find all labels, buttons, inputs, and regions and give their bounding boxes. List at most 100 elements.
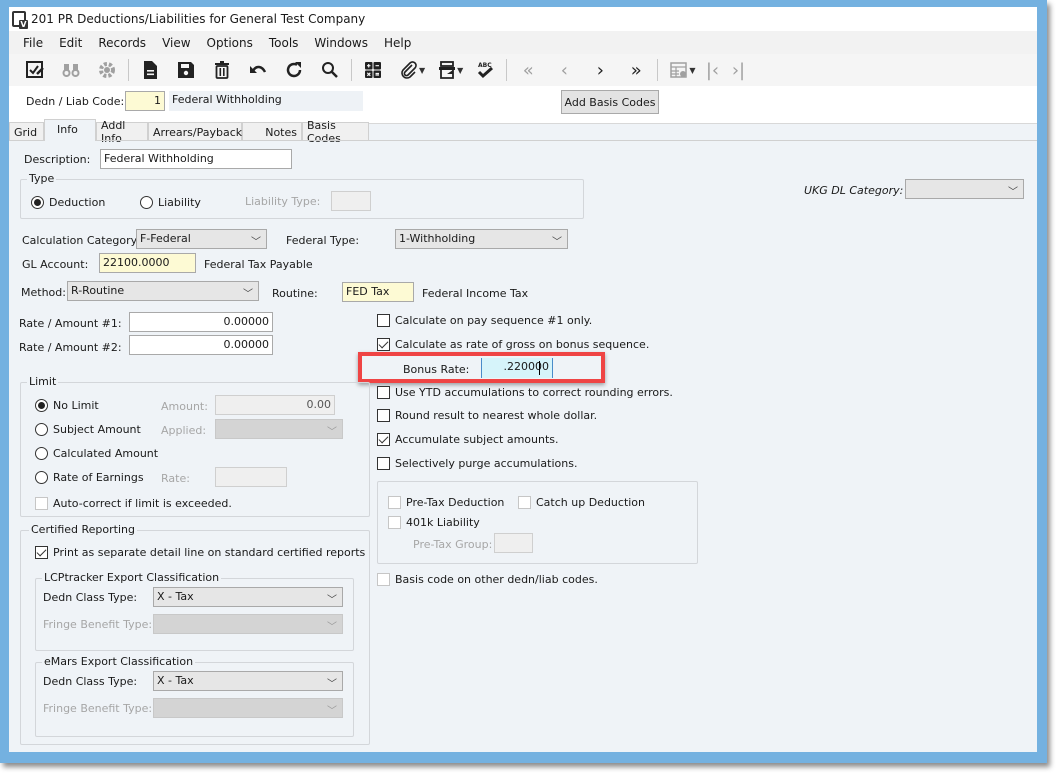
subject-amount-radio[interactable] xyxy=(35,423,48,436)
tab-notes[interactable]: Notes xyxy=(242,122,302,141)
rate1-input[interactable]: 0.00000 xyxy=(129,312,273,332)
autocorrect-checkbox[interactable] xyxy=(35,497,48,510)
chevron-down-icon: ﹀ xyxy=(327,679,337,690)
gl-account-description: Federal Tax Payable xyxy=(204,258,313,271)
rate-of-earnings-label: Rate of Earnings xyxy=(53,471,144,484)
pretax-group-label: Pre-Tax Group: xyxy=(413,538,493,551)
ukg-category-select[interactable]: ﹀ xyxy=(905,179,1024,199)
toolbar-separator xyxy=(506,59,508,81)
new-document-icon[interactable] xyxy=(132,57,168,83)
menu-records[interactable]: Records xyxy=(90,36,154,50)
round-dollar-label: Round result to nearest whole dollar. xyxy=(395,409,598,422)
calculated-amount-radio[interactable] xyxy=(35,447,48,460)
refresh-icon[interactable] xyxy=(276,57,312,83)
calc-bonus-checkbox[interactable] xyxy=(377,338,390,351)
use-ytd-label: Use YTD accumulations to correct roundin… xyxy=(395,386,673,399)
tab-info[interactable]: Info xyxy=(44,119,96,141)
pretax-checkbox[interactable] xyxy=(388,496,401,509)
toolbar: ▼ ▼ ABC « ‹ › » ▼ |‹ ›| xyxy=(9,54,1037,86)
search-icon[interactable] xyxy=(312,57,348,83)
menu-view[interactable]: View xyxy=(154,36,198,50)
title-bar: 201 PR Deductions/Liabilities for Genera… xyxy=(9,7,1037,31)
app-window: 201 PR Deductions/Liabilities for Genera… xyxy=(9,7,1037,752)
calc-category-select[interactable]: F-Federal ﹀ xyxy=(136,229,267,249)
save-icon[interactable] xyxy=(168,57,204,83)
tab-basis-codes[interactable]: Basis Codes xyxy=(302,119,369,145)
rate-of-earnings-radio[interactable] xyxy=(35,471,48,484)
method-label: Method: xyxy=(21,286,66,299)
spellcheck-icon[interactable]: ABC xyxy=(467,57,503,83)
print-separate-checkbox[interactable] xyxy=(35,546,48,559)
limit-applied-select: ﹀ xyxy=(215,419,343,439)
dedn-code-label: Dedn / Liab Code: xyxy=(26,95,125,108)
add-basis-codes-button[interactable]: Add Basis Codes xyxy=(561,90,659,114)
toolbar-separator xyxy=(657,59,659,81)
limit-amount-label: Amount: xyxy=(161,400,208,413)
deduction-radio[interactable] xyxy=(31,196,44,209)
chevron-down-icon: ﹀ xyxy=(1008,187,1018,198)
chevron-down-icon: ﹀ xyxy=(251,237,261,248)
lcp-class-select[interactable]: X - Tax ﹀ xyxy=(153,587,343,607)
menu-options[interactable]: Options xyxy=(199,36,261,50)
rate2-input[interactable]: 0.00000 xyxy=(129,335,273,355)
delete-trash-icon[interactable] xyxy=(204,57,240,83)
last-record-icon[interactable]: » xyxy=(618,57,654,83)
use-ytd-checkbox[interactable] xyxy=(377,386,390,399)
calc-seq1-checkbox[interactable] xyxy=(377,314,390,327)
liability-type-input xyxy=(331,191,371,211)
ukg-category-label: UKG DL Category: xyxy=(804,184,904,197)
emars-fringe-select: ﹀ xyxy=(153,698,343,718)
federal-type-select[interactable]: 1-Withholding ﹀ xyxy=(395,229,568,249)
lcptracker-group-title: LCPtracker Export Classification xyxy=(42,571,222,584)
calculated-amount-label: Calculated Amount xyxy=(53,447,159,460)
tab-bar: Grid Info Addl Info Arrears/Payback Note… xyxy=(9,119,1037,145)
pretax-group-input xyxy=(494,533,533,553)
routine-input[interactable]: FED Tax xyxy=(342,282,414,302)
calc-bonus-label: Calculate as rate of gross on bonus sequ… xyxy=(395,338,650,351)
calc-category-value: F-Federal xyxy=(140,232,191,245)
no-limit-radio[interactable] xyxy=(35,399,48,412)
round-dollar-checkbox[interactable] xyxy=(377,409,390,422)
lcp-fringe-label: Fringe Benefit Type: xyxy=(43,618,153,631)
edit-checklist-icon[interactable] xyxy=(17,57,53,83)
accumulate-checkbox[interactable] xyxy=(377,433,390,446)
liability-radio[interactable] xyxy=(140,196,153,209)
tab-arrears-payback[interactable]: Arrears/Payback xyxy=(148,122,242,141)
401k-liability-checkbox[interactable] xyxy=(388,516,401,529)
app-icon xyxy=(12,11,28,29)
attachment-dropdown-icon[interactable]: ▼ xyxy=(419,66,425,75)
menu-windows[interactable]: Windows xyxy=(306,36,376,50)
last-page-icon: ›| xyxy=(731,59,746,81)
calculator-icon[interactable] xyxy=(355,57,391,83)
menu-edit[interactable]: Edit xyxy=(51,36,90,50)
print-dropdown-icon[interactable]: ▼ xyxy=(457,66,463,75)
menu-file[interactable]: File xyxy=(15,36,51,50)
tab-grid[interactable]: Grid xyxy=(9,122,44,141)
description-label: Description: xyxy=(24,153,91,166)
undo-icon[interactable] xyxy=(240,57,276,83)
method-value: R-Routine xyxy=(71,284,125,297)
next-record-icon[interactable]: › xyxy=(582,57,618,83)
window-frame: 201 PR Deductions/Liabilities for Genera… xyxy=(0,0,1047,763)
limit-applied-label: Applied: xyxy=(161,424,207,437)
menu-bar: File Edit Records View Options Tools Win… xyxy=(9,31,1037,54)
menu-tools[interactable]: Tools xyxy=(261,36,307,50)
method-select[interactable]: R-Routine ﹀ xyxy=(67,281,259,301)
dedn-code-input[interactable]: 1 xyxy=(125,91,165,111)
emars-class-select[interactable]: X - Tax ﹀ xyxy=(153,671,343,691)
basis-other-checkbox[interactable] xyxy=(377,573,390,586)
description-input[interactable]: Federal Withholding xyxy=(100,149,292,169)
previous-record-icon: ‹ xyxy=(560,59,568,81)
purge-label: Selectively purge accumulations. xyxy=(395,457,578,470)
bonus-rate-input[interactable]: .220000 xyxy=(481,358,553,378)
bonus-rate-label: Bonus Rate: xyxy=(403,363,470,376)
catchup-checkbox[interactable] xyxy=(518,496,531,509)
tab-addl-info[interactable]: Addl Info xyxy=(96,119,148,145)
certified-reporting-title: Certified Reporting xyxy=(29,523,137,536)
gl-account-input[interactable]: 22100.0000 xyxy=(99,253,196,273)
grid-settings-dropdown-icon[interactable]: ▼ xyxy=(689,66,695,75)
first-record-icon: « xyxy=(522,59,534,81)
purge-checkbox[interactable] xyxy=(377,457,390,470)
basis-other-label: Basis code on other dedn/liab codes. xyxy=(395,573,598,586)
menu-help[interactable]: Help xyxy=(376,36,419,50)
